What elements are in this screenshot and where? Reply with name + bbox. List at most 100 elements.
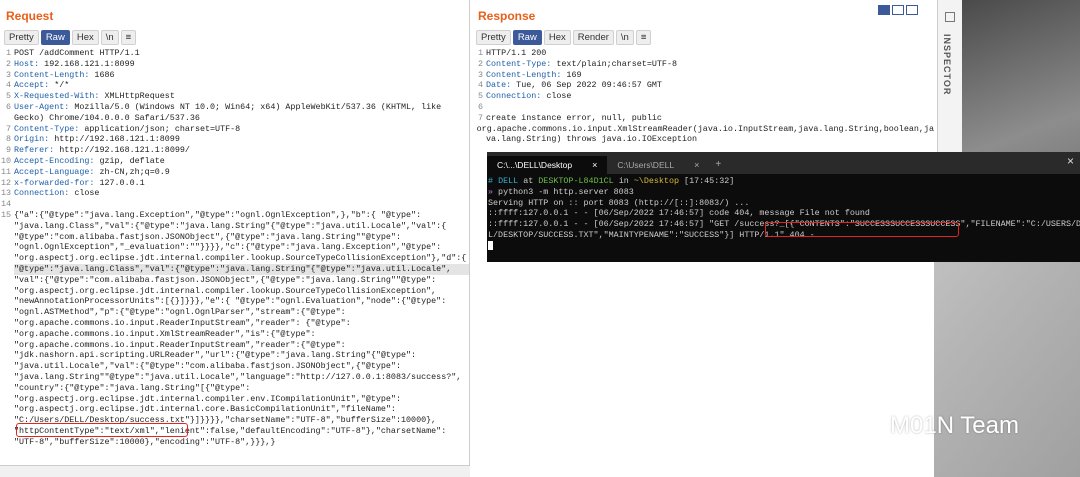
request-tab-pretty[interactable]: Pretty <box>4 30 39 45</box>
contents-highlight-box <box>765 222 959 237</box>
close-icon[interactable]: × <box>592 160 597 171</box>
request-tab-hex[interactable]: Hex <box>71 30 99 45</box>
line-number: 6 <box>477 101 483 112</box>
line-text: Date: Tue, 06 Sep 2022 09:46:57 GMT <box>486 80 934 91</box>
header-value: Gecko) Chrome/104.0.0.0 Safari/537.36 <box>14 112 200 123</box>
code-line: 6 <box>472 102 934 113</box>
response-tab-raw[interactable]: Raw <box>512 30 542 45</box>
line-number: 8 <box>5 134 11 145</box>
split-view-icon[interactable] <box>878 5 890 15</box>
body-line: "org.apache.commons.io.input.ReaderInput… <box>0 340 469 351</box>
line-number <box>0 318 14 329</box>
line-number: 5 <box>5 91 11 102</box>
horizontal-view-icon[interactable] <box>892 5 904 15</box>
header-value: Tue, 06 Sep 2022 09:46:57 GMT <box>511 80 662 91</box>
body-text: "org.aspectj.org.eclipse.jdt.internal.co… <box>14 285 437 296</box>
code-line: 10 Accept-Encoding: gzip, deflate <box>0 156 469 167</box>
request-tab-raw[interactable]: Raw <box>40 30 70 45</box>
line-number <box>0 221 14 232</box>
terminal-cursor <box>488 241 493 251</box>
line-number: 4 <box>477 80 483 91</box>
body-line: "newAnnotationProcessorUnits":[{}]}}},"e… <box>0 296 469 307</box>
code-line: 11 Accept-Language: zh-CN,zh;q=0.9 <box>0 167 469 178</box>
inspector-panel[interactable]: INSPECTOR <box>937 0 962 160</box>
line-number: 5 <box>477 91 483 102</box>
body-text: "org.apache.commons.io.input.ReaderInput… <box>14 339 346 350</box>
line-number: 3 <box>5 69 11 80</box>
body-line: "java.util.Locale","val":{"@type":"com.a… <box>0 361 469 372</box>
header-value: 169 <box>561 69 582 80</box>
close-icon[interactable]: × <box>694 160 699 171</box>
line-number <box>0 296 14 307</box>
body-text: "java.lang.Class","val":{"@type":"java.l… <box>14 220 447 231</box>
body-text: "val":{"@type":"com.alibaba.fastjson.JSO… <box>14 274 437 285</box>
code-line: va.lang.String) throws java.io.IOExcepti… <box>472 134 934 145</box>
layout-toggle[interactable] <box>878 5 918 15</box>
header-name: User-Agent: <box>14 101 70 112</box>
body-text: {"a":{"@type":"java.lang.Exception","@ty… <box>14 209 422 220</box>
watermark-text: M01N Team <box>890 412 1019 439</box>
code-line: 2 Host: 192.168.121.1:8099 <box>0 59 469 70</box>
request-editor[interactable]: 1 POST /addComment HTTP/1.1 2 Host: 192.168… <box>0 48 469 447</box>
response-menu-icon[interactable]: ≡ <box>635 30 652 45</box>
line-number <box>0 242 14 253</box>
line-text: create instance error, null, public <box>486 113 934 124</box>
code-line: 3 Content-Length: 1686 <box>0 70 469 81</box>
body-text: "org.aspectj.org.eclipse.jdt.internal.co… <box>14 253 467 264</box>
terminal-tab-bar: C:\...\DELL\Desktop × C:\Users\DELL × + <box>487 152 1080 174</box>
response-newline-toggle[interactable]: \n <box>615 30 634 45</box>
request-menu-icon[interactable]: ≡ <box>120 30 137 45</box>
code-line: 6 User-Agent: Mozilla/5.0 (Windows NT 10.… <box>0 102 469 113</box>
response-tab-hex[interactable]: Hex <box>543 30 571 45</box>
code-line: org.apache.commons.io.input.XmlStreamRea… <box>472 124 934 135</box>
command-line: » python3 -m http.server 8083 <box>488 186 634 197</box>
line-number <box>0 329 14 340</box>
body-line: "@type":"com.alibaba.fastjson.JSONObject… <box>0 232 469 243</box>
line-number <box>0 394 14 405</box>
line-text: x-forwarded-for: 127.0.0.1 <box>14 178 469 189</box>
single-view-icon[interactable] <box>906 5 918 15</box>
body-line: "country":{"@type":"java.lang.String"[{"… <box>0 383 469 394</box>
header-name: Accept: <box>14 80 50 91</box>
code-line: 8 Origin: http://192.168.121.1:8099 <box>0 134 469 145</box>
body-text: "org.apache.commons.io.input.ReaderInput… <box>14 317 351 328</box>
body-text: "java.lang.String""@type":"java.util.Loc… <box>14 371 462 382</box>
header-value: close <box>69 188 100 199</box>
line-number: 14 <box>0 199 11 210</box>
request-pane: Request Pretty Raw Hex \n ≡ 1 POST /addCo… <box>0 0 470 477</box>
code-line: 7 Content-Type: application/json; charset… <box>0 124 469 135</box>
response-title: Response <box>478 9 536 23</box>
code-line: Gecko) Chrome/104.0.0.0 Safari/537.36 <box>0 113 469 124</box>
body-line: "java.lang.String""@type":"java.util.Loc… <box>0 372 469 383</box>
terminal-tab-desktop[interactable]: C:\...\DELL\Desktop × <box>487 156 608 174</box>
line-text: Host: 192.168.121.1:8099 <box>14 59 469 70</box>
header-value: close <box>541 91 572 102</box>
line-number <box>0 437 14 448</box>
body-text: "org.apache.commons.io.input.XmlStreamRe… <box>14 328 316 339</box>
line-text: Referer: http://192.168.121.1:8099/ <box>14 145 469 156</box>
window-close-icon[interactable]: × <box>1067 155 1074 167</box>
response-tab-pretty[interactable]: Pretty <box>476 30 511 45</box>
add-tab-icon[interactable]: + <box>709 159 727 174</box>
line-text: Content-Type: application/json; charset=… <box>14 124 469 135</box>
body-line: 15 {"a":{"@type":"java.lang.Exception","@… <box>0 210 469 221</box>
line-text: Content-Length: 1686 <box>14 70 469 81</box>
line-number <box>0 361 14 372</box>
inspector-icon[interactable] <box>945 12 955 22</box>
line-text: Connection: close <box>486 91 934 102</box>
request-newline-toggle[interactable]: \n <box>100 30 119 45</box>
line-number <box>0 350 14 361</box>
line-number <box>0 232 14 243</box>
body-line: "ognl.OgnlException","_evaluation":""}}}… <box>0 242 469 253</box>
filename-highlight-box <box>16 423 188 437</box>
body-line: "org.aspectj.org.eclipse.jdt.internal.co… <box>0 404 469 415</box>
body-line: "java.lang.Class","val":{"@type":"java.l… <box>0 221 469 232</box>
body-line: "val":{"@type":"com.alibaba.fastjson.JSO… <box>0 275 469 286</box>
response-editor[interactable]: 1 HTTP/1.1 200 2 Content-Type: text/plain;c… <box>472 48 934 145</box>
terminal-tab-users[interactable]: C:\Users\DELL × <box>607 156 709 174</box>
inspector-label: INSPECTOR <box>942 34 952 96</box>
terminal-window[interactable]: C:\...\DELL\Desktop × C:\Users\DELL × + … <box>487 152 1080 262</box>
header-value: org.apache.commons.io.input.XmlStreamRea… <box>476 123 934 134</box>
code-line: 1 HTTP/1.1 200 <box>472 48 934 59</box>
response-tab-render[interactable]: Render <box>572 30 614 45</box>
